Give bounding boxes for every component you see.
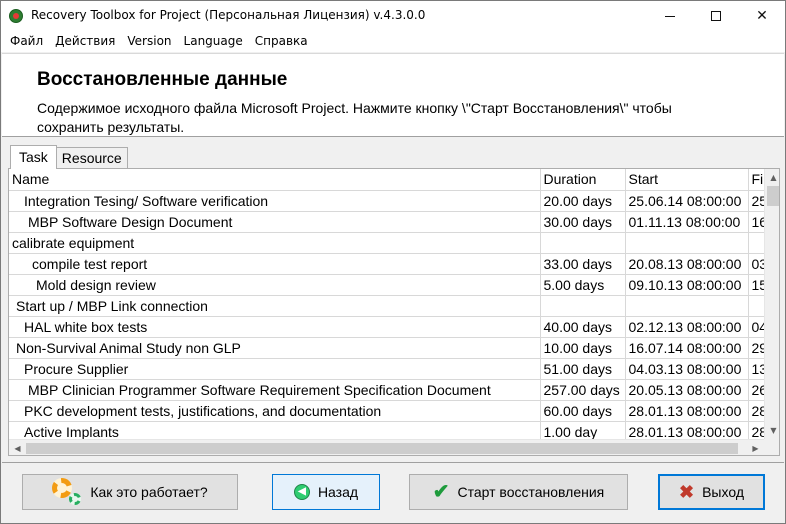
grid-cell-start[interactable]: 20.08.13 08:00:00 xyxy=(625,253,749,275)
page-header: Восстановленные данные Содержимое исходн… xyxy=(2,53,784,137)
maximize-icon xyxy=(711,11,721,21)
grid-cell-start[interactable]: 25.06.14 08:00:00 xyxy=(625,190,749,212)
vertical-scroll-thumb[interactable] xyxy=(767,186,779,206)
grid-cell-name[interactable]: PKC development tests, justifications, a… xyxy=(9,400,541,422)
menu-language[interactable]: Language xyxy=(178,31,249,52)
column-header-duration[interactable]: Duration xyxy=(540,169,626,191)
start-recovery-label: Старт восстановления xyxy=(457,484,605,500)
start-recovery-button[interactable]: ✔ Старт восстановления xyxy=(409,474,628,510)
grid-header-row: Name Duration Start Fi xyxy=(9,169,779,191)
table-row[interactable]: MBP Clinician Programmer Software Requir… xyxy=(9,379,779,401)
grid-cell-start[interactable]: 04.03.13 08:00:00 xyxy=(625,358,749,380)
tab-bar: Task Resource xyxy=(10,145,128,169)
scroll-down-icon[interactable]: ▼ xyxy=(765,422,779,439)
window-title: Recovery Toolbox for Project (Персональн… xyxy=(31,8,426,22)
grid-cell-name[interactable]: compile test report xyxy=(9,253,541,275)
grid-cell-start[interactable]: 28.01.13 08:00:00 xyxy=(625,400,749,422)
horizontal-scrollbar[interactable]: ◀ ▶ xyxy=(9,439,764,455)
app-window: Recovery Toolbox for Project (Персональн… xyxy=(0,0,786,524)
grid-cell-name[interactable]: Non-Survival Animal Study non GLP xyxy=(9,337,541,359)
table-row[interactable]: Mold design review 5.00 days 09.10.13 08:0… xyxy=(9,274,779,296)
page-description: Содержимое исходного файла Microsoft Pro… xyxy=(37,100,672,135)
table-row[interactable]: HAL white box tests 40.00 days 02.12.13 08… xyxy=(9,316,779,338)
grid-cell-name[interactable]: HAL white box tests xyxy=(9,316,541,338)
column-header-name[interactable]: Name xyxy=(9,169,541,191)
page-title: Восстановленные данные xyxy=(37,69,288,90)
horizontal-scroll-thumb[interactable] xyxy=(26,443,738,454)
footer-divider xyxy=(2,462,784,463)
gears-icon xyxy=(52,478,82,506)
x-icon: ✖ xyxy=(679,482,695,502)
task-grid-panel: Name Duration Start Fi Integration Tesin… xyxy=(8,168,780,456)
grid-cell-name[interactable]: Procure Supplier xyxy=(9,358,541,380)
back-button[interactable]: ◀ Назад xyxy=(272,474,380,510)
vertical-scrollbar[interactable]: ▲ ▼ xyxy=(764,169,779,439)
table-row[interactable]: Procure Supplier 51.00 days 04.03.13 08:00… xyxy=(9,358,779,380)
checkmark-icon: ✔ xyxy=(432,481,450,503)
column-header-start[interactable]: Start xyxy=(625,169,749,191)
grid-cell-duration[interactable] xyxy=(540,232,626,254)
grid-cell-duration[interactable]: 10.00 days xyxy=(540,337,626,359)
grid-cell-duration[interactable]: 51.00 days xyxy=(540,358,626,380)
exit-label: Выход xyxy=(702,484,744,500)
exit-button[interactable]: ✖ Выход xyxy=(658,474,765,510)
menu-bar: Файл Действия Version Language Справка xyxy=(1,31,785,52)
menu-actions[interactable]: Действия xyxy=(49,31,121,52)
close-icon: ✕ xyxy=(756,8,768,24)
grid-cell-duration[interactable]: 60.00 days xyxy=(540,400,626,422)
table-row[interactable]: calibrate equipment xyxy=(9,232,779,254)
table-row[interactable]: MBP Software Design Document 30.00 days 01… xyxy=(9,211,779,233)
scroll-up-icon[interactable]: ▲ xyxy=(765,169,779,186)
grid-cell-start[interactable]: 01.11.13 08:00:00 xyxy=(625,211,749,233)
minimize-icon xyxy=(665,15,675,17)
tab-resource[interactable]: Resource xyxy=(55,147,128,169)
grid-cell-duration[interactable]: 33.00 days xyxy=(540,253,626,275)
maximize-button[interactable] xyxy=(693,1,739,31)
menu-file[interactable]: Файл xyxy=(4,31,49,52)
grid-cell-name[interactable]: calibrate equipment xyxy=(9,232,541,254)
table-row[interactable]: Non-Survival Animal Study non GLP 10.00 d… xyxy=(9,337,779,359)
table-row[interactable]: PKC development tests, justifications, a… xyxy=(9,400,779,422)
table-row[interactable]: Start up / MBP Link connection xyxy=(9,295,779,317)
tab-task[interactable]: Task xyxy=(10,145,57,169)
grid-cell-duration[interactable]: 5.00 days xyxy=(540,274,626,296)
title-bar[interactable]: Recovery Toolbox for Project (Персональн… xyxy=(1,1,785,31)
close-button[interactable]: ✕ xyxy=(739,1,785,31)
grid-cell-name[interactable]: Integration Tesing/ Software verificatio… xyxy=(9,190,541,212)
scroll-left-icon[interactable]: ◀ xyxy=(9,440,26,455)
grid-cell-duration[interactable]: 30.00 days xyxy=(540,211,626,233)
menu-help[interactable]: Справка xyxy=(249,31,314,52)
grid-cell-duration[interactable]: 20.00 days xyxy=(540,190,626,212)
scroll-corner xyxy=(764,439,779,455)
table-row[interactable]: Integration Tesing/ Software verificatio… xyxy=(9,190,779,212)
grid-cell-name[interactable]: Start up / MBP Link connection xyxy=(9,295,541,317)
scroll-right-icon[interactable]: ▶ xyxy=(747,440,764,455)
grid-cell-start[interactable]: 16.07.14 08:00:00 xyxy=(625,337,749,359)
minimize-button[interactable] xyxy=(647,1,693,31)
grid-cell-start[interactable]: 20.05.13 08:00:00 xyxy=(625,379,749,401)
back-label: Назад xyxy=(317,484,359,500)
grid-cell-name[interactable]: Mold design review xyxy=(9,274,541,296)
grid-cell-start[interactable]: 09.10.13 08:00:00 xyxy=(625,274,749,296)
grid-cell-duration[interactable] xyxy=(540,295,626,317)
grid-cell-duration[interactable]: 257.00 days xyxy=(540,379,626,401)
menu-version[interactable]: Version xyxy=(121,31,177,52)
grid-cell-start[interactable] xyxy=(625,295,749,317)
back-arrow-icon: ◀ xyxy=(293,484,310,500)
app-icon xyxy=(9,9,23,23)
grid-cell-name[interactable]: MBP Clinician Programmer Software Requir… xyxy=(9,379,541,401)
grid-cell-start[interactable]: 02.12.13 08:00:00 xyxy=(625,316,749,338)
table-row[interactable]: compile test report 33.00 days 20.08.13 08… xyxy=(9,253,779,275)
grid-cell-name[interactable]: MBP Software Design Document xyxy=(9,211,541,233)
grid-cell-duration[interactable]: 40.00 days xyxy=(540,316,626,338)
how-it-works-label: Как это работает? xyxy=(90,484,208,500)
grid-cell-start[interactable] xyxy=(625,232,749,254)
how-it-works-button[interactable]: Как это работает? xyxy=(22,474,238,510)
task-grid: Name Duration Start Fi Integration Tesin… xyxy=(9,169,779,443)
